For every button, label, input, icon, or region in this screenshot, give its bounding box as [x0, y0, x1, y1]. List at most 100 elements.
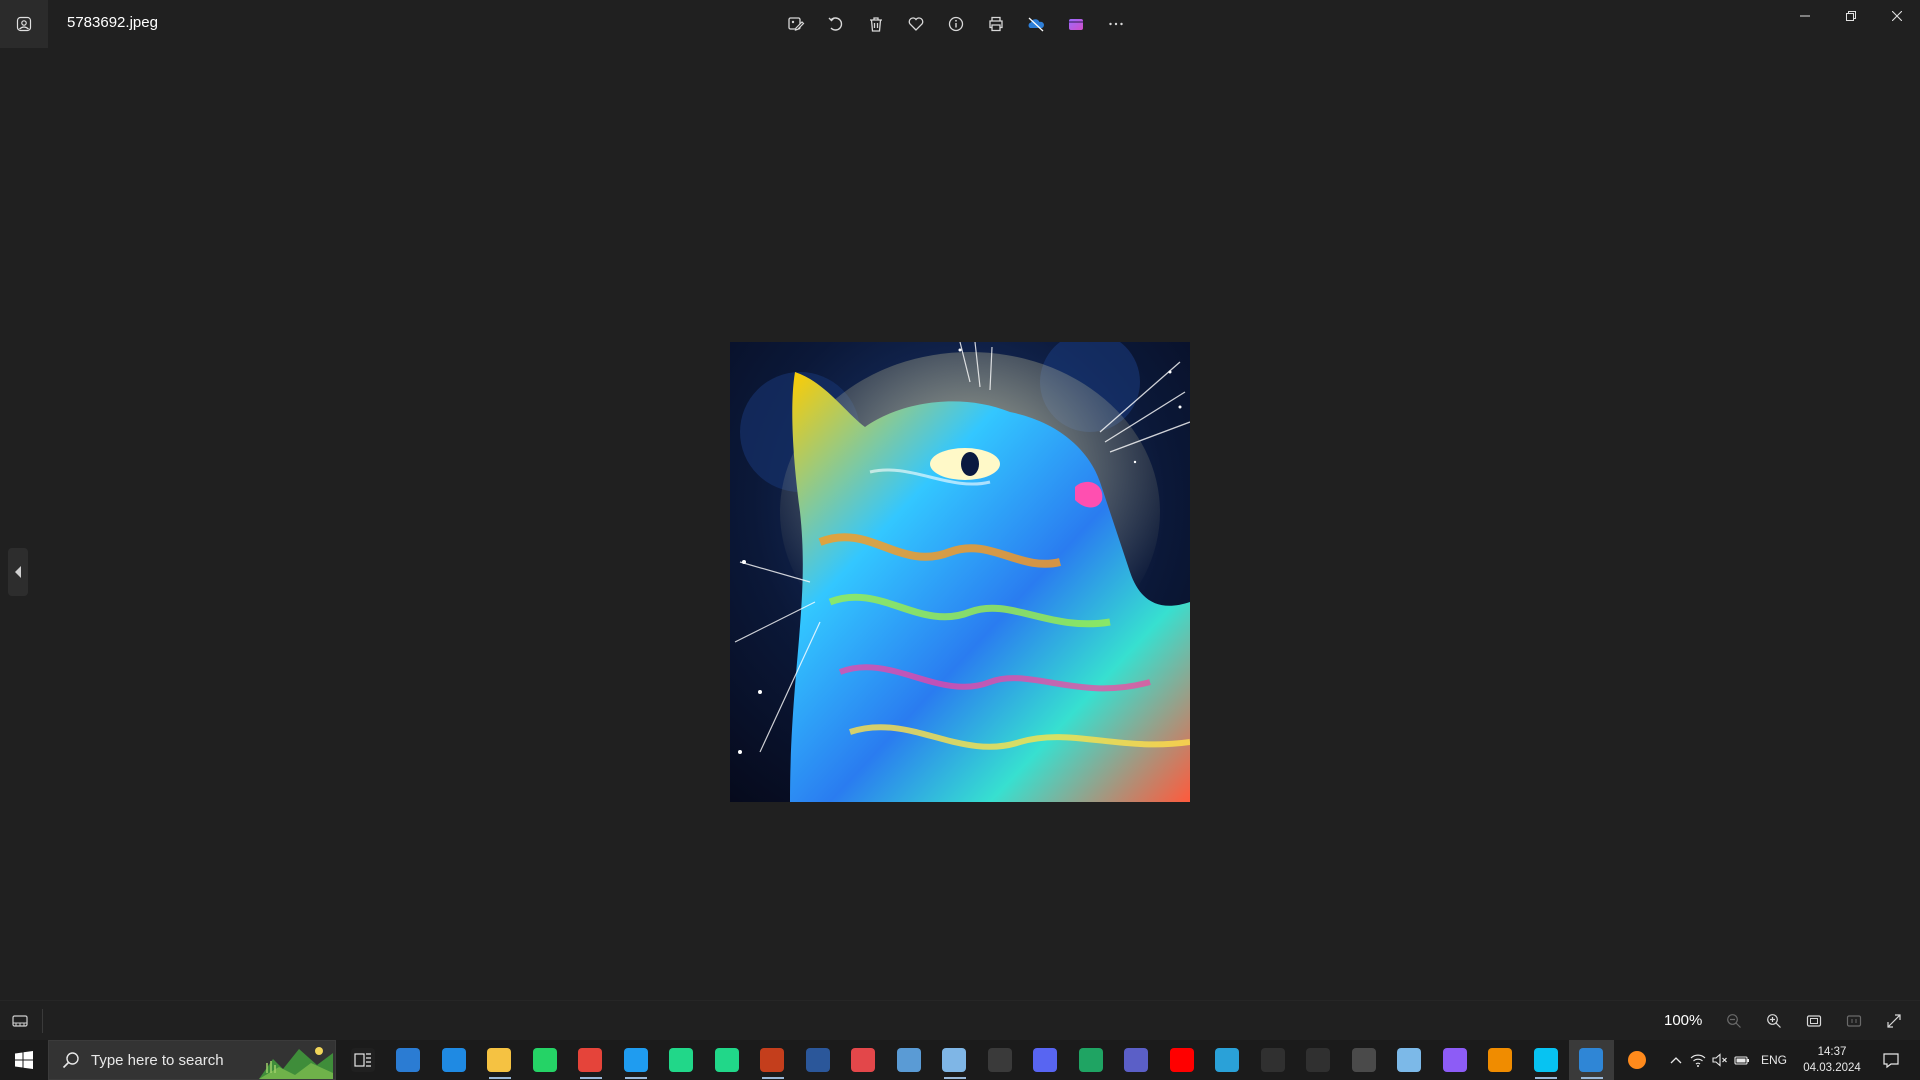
clipchamp-button[interactable]: [1060, 8, 1092, 40]
clion-icon: [669, 1048, 694, 1072]
calculator-taskbar-button[interactable]: [1341, 1040, 1387, 1080]
photos-icon: [1579, 1048, 1604, 1072]
task-view-taskbar-button[interactable]: [340, 1040, 386, 1080]
network-star-icon: [1442, 1048, 1467, 1072]
fit-to-window-button[interactable]: [1798, 1005, 1830, 1037]
whatsapp-icon: [532, 1048, 557, 1072]
remote-desktop-icon: [896, 1048, 921, 1072]
taskbar-search[interactable]: Type here to search: [48, 1040, 336, 1080]
file-name: 5783692.jpeg: [67, 14, 158, 31]
wifi-icon: [1690, 1054, 1706, 1067]
taskbar-apps: [340, 1040, 1660, 1080]
edit-image-button[interactable]: [780, 8, 812, 40]
clock-date: 04.03.2024: [1803, 1062, 1861, 1074]
restore-icon: [1846, 11, 1856, 21]
clock[interactable]: 14:37 04.03.2024: [1795, 1044, 1869, 1076]
powerpoint-taskbar-button[interactable]: [750, 1040, 796, 1080]
vscode-taskbar-button[interactable]: [613, 1040, 659, 1080]
speaker-muted-icon: [1712, 1053, 1727, 1067]
more-options-icon: [1109, 22, 1123, 26]
filmstrip-button[interactable]: [8, 1009, 32, 1033]
clion-taskbar-button[interactable]: [659, 1040, 705, 1080]
word-taskbar-button[interactable]: [795, 1040, 841, 1080]
cat-artwork: [734, 342, 1190, 802]
google-drive-taskbar-button[interactable]: [1068, 1040, 1114, 1080]
favorite-button[interactable]: [900, 8, 932, 40]
image-toolbar: [780, 8, 1132, 40]
battery-button[interactable]: [1731, 1040, 1753, 1080]
virtualbox-taskbar-button[interactable]: [1478, 1040, 1524, 1080]
status-bar: 100%: [0, 1000, 1920, 1040]
remote-desktop-taskbar-button[interactable]: [886, 1040, 932, 1080]
pycharm-icon: [714, 1048, 739, 1072]
google-drive-icon: [1078, 1048, 1103, 1072]
teams-new-taskbar-button[interactable]: [1114, 1040, 1160, 1080]
print-button[interactable]: [980, 8, 1012, 40]
zoom-tools: [1718, 1005, 1910, 1037]
vscode-icon: [623, 1048, 648, 1072]
mail-icon: [441, 1048, 466, 1072]
actual-size-button[interactable]: [1838, 1005, 1870, 1037]
outlook-news-taskbar-button[interactable]: [386, 1040, 432, 1080]
show-hidden-icons-button[interactable]: [1665, 1040, 1687, 1080]
chrome-taskbar-button[interactable]: [568, 1040, 614, 1080]
status-divider: [42, 1009, 43, 1033]
pycharm-taskbar-button[interactable]: [704, 1040, 750, 1080]
close-button[interactable]: [1874, 0, 1920, 32]
previous-image-button[interactable]: [8, 548, 28, 596]
obs-taskbar-button[interactable]: [977, 1040, 1023, 1080]
network-star-taskbar-button[interactable]: [1432, 1040, 1478, 1080]
restore-button[interactable]: [1828, 0, 1874, 32]
webstorm-icon: [1533, 1048, 1558, 1072]
discord-icon: [1033, 1048, 1058, 1072]
print-icon: [989, 16, 1003, 32]
zoom-in-button[interactable]: [1758, 1005, 1790, 1037]
full-screen-button[interactable]: [1878, 1005, 1910, 1037]
file-info-icon: [948, 16, 964, 32]
delete-icon: [870, 17, 882, 32]
start-button[interactable]: [0, 1040, 47, 1080]
battery-icon: [1734, 1056, 1749, 1065]
paint-3d-taskbar-button[interactable]: [841, 1040, 887, 1080]
notepad-taskbar-button[interactable]: [932, 1040, 978, 1080]
file-info-button[interactable]: [940, 8, 972, 40]
edit-image-icon: [788, 17, 805, 31]
webstorm-taskbar-button[interactable]: [1523, 1040, 1569, 1080]
paint-palette-taskbar-button[interactable]: [1387, 1040, 1433, 1080]
discord-taskbar-button[interactable]: [1023, 1040, 1069, 1080]
clock-time: 14:37: [1817, 1046, 1847, 1058]
minimize-button[interactable]: [1782, 0, 1828, 32]
whatsapp-taskbar-button[interactable]: [522, 1040, 568, 1080]
network-button[interactable]: [1687, 1040, 1709, 1080]
notepad-icon: [942, 1048, 967, 1072]
displayed-image: [730, 342, 1190, 802]
youtube-icon: [1169, 1048, 1194, 1072]
zoom-out-button[interactable]: [1718, 1005, 1750, 1037]
zoom-level[interactable]: 100%: [1664, 1012, 1702, 1029]
image-viewer[interactable]: [0, 48, 1920, 1000]
input-language[interactable]: ENG: [1753, 1053, 1795, 1067]
fit-to-window-icon: [1806, 1015, 1822, 1027]
minimize-icon: [1800, 15, 1810, 17]
orange-circle-taskbar-button[interactable]: [1614, 1040, 1660, 1080]
window-controls: [1782, 0, 1920, 32]
youtube-taskbar-button[interactable]: [1159, 1040, 1205, 1080]
browser-globe-taskbar-button[interactable]: [1205, 1040, 1251, 1080]
virtualbox-icon: [1488, 1048, 1513, 1072]
settings-gear-taskbar-button[interactable]: [1296, 1040, 1342, 1080]
file-explorer-taskbar-button[interactable]: [477, 1040, 523, 1080]
chevron-left-icon: [15, 566, 21, 578]
photos-app-icon[interactable]: [0, 0, 48, 48]
rotate-button[interactable]: [820, 8, 852, 40]
delete-button[interactable]: [860, 8, 892, 40]
full-screen-icon: [1887, 1014, 1901, 1028]
volume-button[interactable]: [1709, 1040, 1731, 1080]
onedrive-button[interactable]: [1020, 8, 1052, 40]
mail-taskbar-button[interactable]: [431, 1040, 477, 1080]
more-options-button[interactable]: [1100, 8, 1132, 40]
notification-center-button[interactable]: [1869, 1040, 1913, 1080]
zoom-in-icon: [1767, 1014, 1781, 1028]
onedrive-offline-icon: [1028, 17, 1044, 32]
photos-taskbar-button[interactable]: [1568, 1040, 1614, 1080]
steelseries-taskbar-button[interactable]: [1250, 1040, 1296, 1080]
